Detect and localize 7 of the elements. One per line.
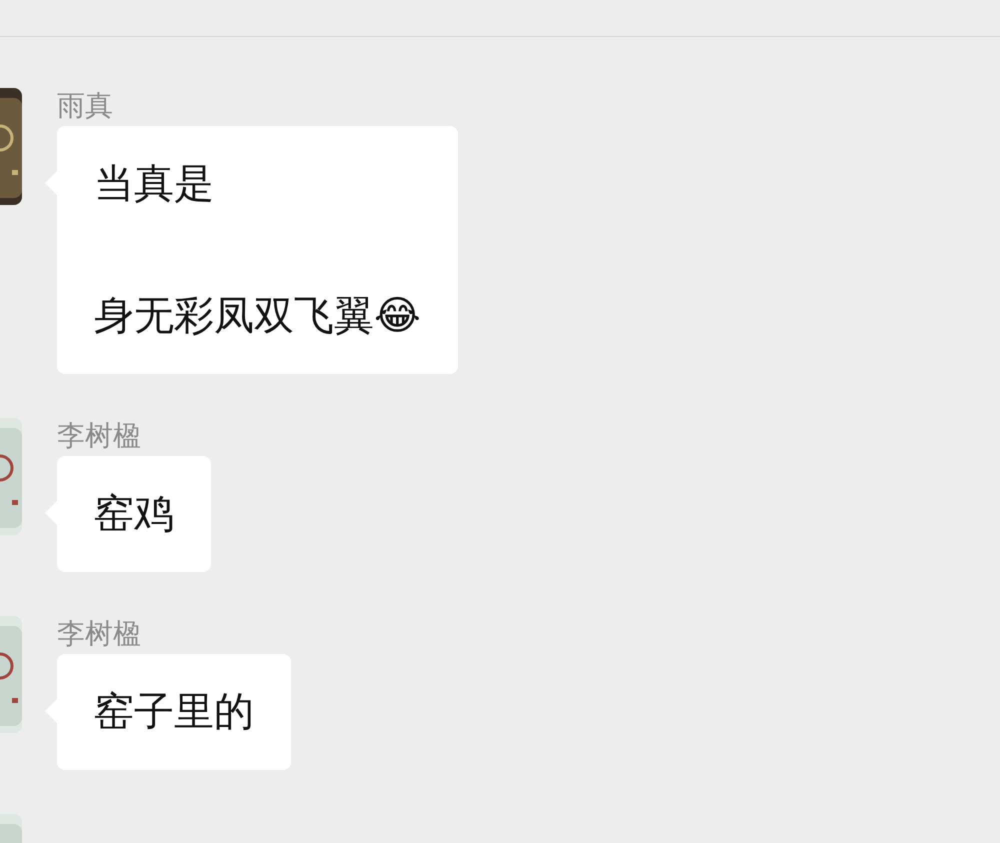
sender-name: 李树楹 <box>57 616 142 652</box>
sender-name: 李树楹 <box>57 418 142 454</box>
message-text: 窑鸡 <box>94 490 174 539</box>
message-text: 窑子里的 <box>94 688 254 737</box>
message-text: 当真是 <box>94 160 215 209</box>
message-text: 身无彩凤双飞翼😂 <box>94 292 421 341</box>
sender-name: 雨真 <box>57 88 114 124</box>
